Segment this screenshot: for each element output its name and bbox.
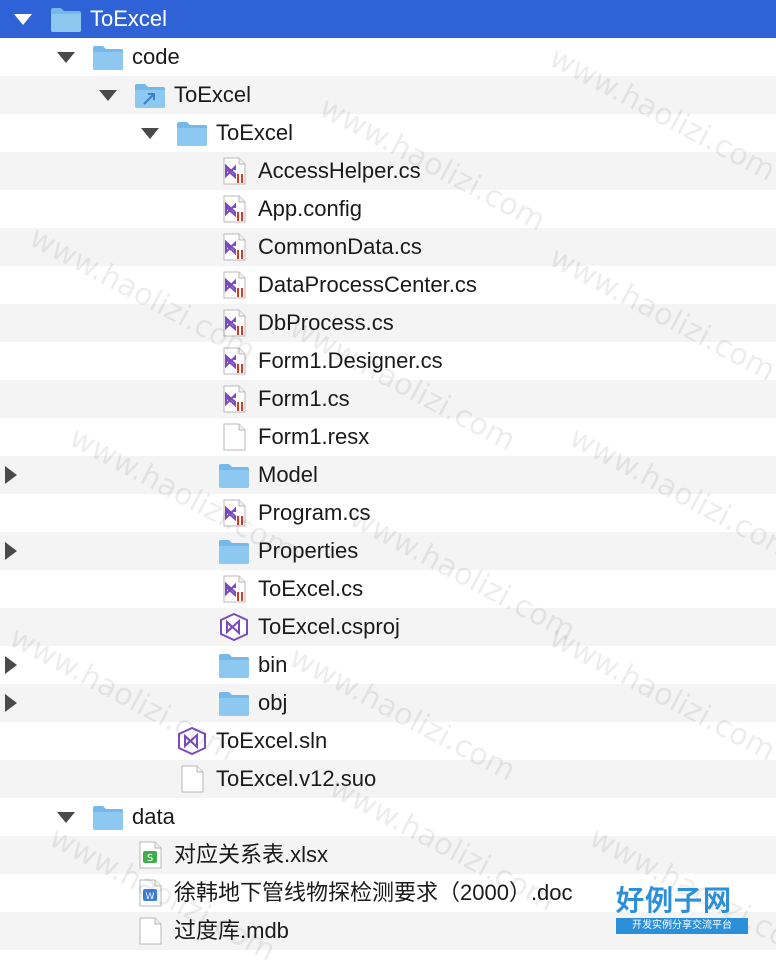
tree-item-label: Form1.resx <box>258 424 370 449</box>
tree-row[interactable]: ToExcel <box>0 114 776 152</box>
tree-item-label: DataProcessCenter.cs <box>258 272 477 297</box>
tree-item-label: obj <box>258 690 288 715</box>
tree-row[interactable]: ToExcel.v12.suo <box>0 760 776 798</box>
tree-item-label: Form1.Designer.cs <box>258 348 443 373</box>
svg-text:S: S <box>147 853 153 864</box>
tree-row[interactable]: ToExcel.csproj <box>0 608 776 646</box>
disclosure-open-icon[interactable] <box>97 76 117 114</box>
tree-item-label: DbProcess.cs <box>258 310 394 335</box>
tree-item-label: App.config <box>258 196 362 221</box>
document-icon <box>176 765 208 793</box>
spreadsheet-icon: S <box>134 841 166 869</box>
disclosure-open-icon[interactable] <box>55 798 75 836</box>
folder-icon <box>92 803 124 831</box>
tree-row[interactable]: AccessHelper.cs <box>0 152 776 190</box>
csharp-file-icon <box>218 309 250 337</box>
csharp-file-icon <box>218 195 250 223</box>
tree-item-label: AccessHelper.cs <box>258 158 421 183</box>
disclosure-closed-icon[interactable] <box>0 456 20 494</box>
tree-row[interactable]: S 对应关系表.xlsx <box>0 836 776 874</box>
tree-item-label: 对应关系表.xlsx <box>174 842 329 867</box>
visual-studio-icon <box>176 727 208 755</box>
logo-subtitle: 开发实例分享交流平台 <box>616 918 748 934</box>
word-document-icon: W <box>134 879 166 907</box>
tree-row[interactable]: Model <box>0 456 776 494</box>
document-icon <box>218 423 250 451</box>
tree-item-label: CommonData.cs <box>258 234 422 259</box>
tree-item-label: ToExcel.csproj <box>258 614 400 639</box>
tree-row[interactable]: ToExcel.cs <box>0 570 776 608</box>
tree-item-label: 徐韩地下管线物探检测要求（2000）.doc <box>174 880 573 905</box>
tree-row[interactable]: obj <box>0 684 776 722</box>
csharp-file-icon <box>218 499 250 527</box>
tree-item-label: bin <box>258 652 288 677</box>
tree-row[interactable]: Form1.resx <box>0 418 776 456</box>
tree-item-label: ToExcel <box>90 6 168 31</box>
csharp-file-icon <box>218 157 250 185</box>
tree-item-label: ToExcel.sln <box>216 728 328 753</box>
disclosure-open-icon[interactable] <box>55 38 75 76</box>
disclosure-closed-icon[interactable] <box>0 646 20 684</box>
csharp-file-icon <box>218 271 250 299</box>
disclosure-closed-icon[interactable] <box>0 532 20 570</box>
disclosure-closed-icon[interactable] <box>0 684 20 722</box>
folder-icon <box>218 689 250 717</box>
csharp-file-icon <box>218 385 250 413</box>
visual-studio-icon <box>218 613 250 641</box>
tree-row[interactable]: Form1.Designer.cs <box>0 342 776 380</box>
tree-row[interactable]: CommonData.cs <box>0 228 776 266</box>
tree-item-label: ToExcel <box>174 82 252 107</box>
logo-title: 好例子网 <box>616 884 733 917</box>
tree-row[interactable]: Program.cs <box>0 494 776 532</box>
tree-row[interactable]: DbProcess.cs <box>0 304 776 342</box>
tree-row[interactable]: data <box>0 798 776 836</box>
tree-row[interactable]: code <box>0 38 776 76</box>
csharp-file-icon <box>218 347 250 375</box>
site-logo: 好例子网 开发实例分享交流平台 <box>616 886 748 934</box>
folder-icon <box>218 461 250 489</box>
tree-item-label: Form1.cs <box>258 386 350 411</box>
tree-row[interactable]: Form1.cs <box>0 380 776 418</box>
csharp-file-icon <box>218 233 250 261</box>
disclosure-open-icon[interactable] <box>139 114 159 152</box>
tree-item-label: code <box>132 44 180 69</box>
tree-row[interactable]: Properties <box>0 532 776 570</box>
folder-icon <box>176 119 208 147</box>
tree-row[interactable]: ToExcel <box>0 76 776 114</box>
disclosure-open-icon[interactable] <box>12 0 32 38</box>
tree-item-label: Program.cs <box>258 500 371 525</box>
tree-item-label: Model <box>258 462 318 487</box>
tree-item-label: ToExcel.cs <box>258 576 364 601</box>
tree-row[interactable]: bin <box>0 646 776 684</box>
tree-row[interactable]: ToExcel <box>0 0 776 38</box>
tree-row[interactable]: ToExcel.sln <box>0 722 776 760</box>
tree-item-label: ToExcel <box>216 120 294 145</box>
folder-icon <box>218 651 250 679</box>
folder-icon <box>50 5 82 33</box>
folder-icon <box>92 43 124 71</box>
folder-alias-icon <box>134 81 166 109</box>
file-tree: ToExcel code ToExcel ToExcel AccessHelper.cs… <box>0 0 776 950</box>
folder-icon <box>218 537 250 565</box>
tree-item-label: ToExcel.v12.suo <box>216 766 377 791</box>
tree-row[interactable]: DataProcessCenter.cs <box>0 266 776 304</box>
tree-item-label: Properties <box>258 538 359 563</box>
csharp-file-icon <box>218 575 250 603</box>
svg-text:W: W <box>146 892 155 902</box>
tree-item-label: data <box>132 804 175 829</box>
tree-row[interactable]: App.config <box>0 190 776 228</box>
document-icon <box>134 917 166 945</box>
tree-item-label: 过度库.mdb <box>174 918 289 943</box>
